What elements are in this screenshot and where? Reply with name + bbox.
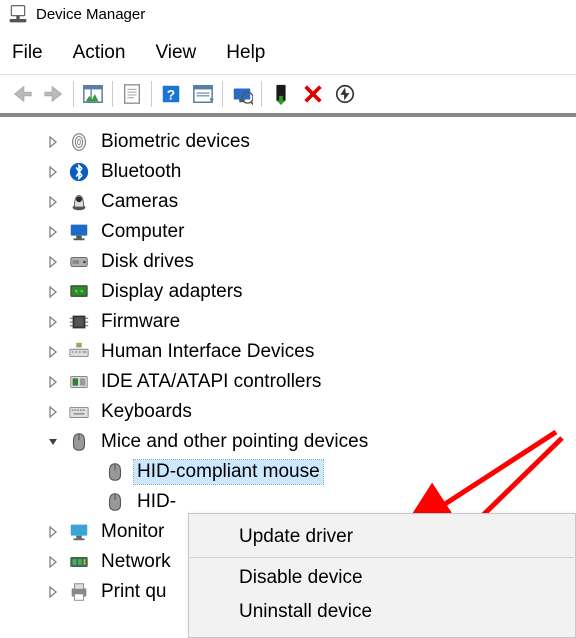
window-title: Device Manager: [36, 6, 145, 23]
toolbar-separator: [261, 81, 262, 107]
menu-view[interactable]: View: [155, 42, 196, 64]
tree-node-label: Disk drives: [98, 250, 197, 274]
monitor-icon: [68, 521, 90, 543]
tree-node-disk[interactable]: Disk drives: [6, 247, 570, 277]
printer-icon: [68, 581, 90, 603]
tree-node-biometric[interactable]: Biometric devices: [6, 127, 570, 157]
tree-node-label: Network: [98, 550, 174, 574]
tree-node-computer[interactable]: Computer: [6, 217, 570, 247]
chevron-right-icon[interactable]: [46, 255, 60, 269]
disable-button[interactable]: [329, 79, 361, 109]
menu-help[interactable]: Help: [226, 42, 265, 64]
tree-node-label: HID-compliant mouse: [134, 460, 323, 484]
action-button[interactable]: [187, 79, 219, 109]
toolbar-separator: [151, 81, 152, 107]
chevron-right-icon[interactable]: [46, 375, 60, 389]
bluetooth-icon: [68, 161, 90, 183]
toolbar-separator: [112, 81, 113, 107]
chevron-right-icon[interactable]: [46, 555, 60, 569]
scan-hardware-button[interactable]: [226, 79, 258, 109]
chevron-down-icon[interactable]: [46, 435, 60, 449]
display-icon: [68, 281, 90, 303]
tree-node-hid-mouse-1[interactable]: HID-compliant mouse: [6, 457, 570, 487]
tree-node-bluetooth[interactable]: Bluetooth: [6, 157, 570, 187]
toolbar-separator: [73, 81, 74, 107]
tree-node-label: Print qu: [98, 580, 169, 604]
tree-node-kbd[interactable]: Keyboards: [6, 397, 570, 427]
chevron-right-icon[interactable]: [46, 585, 60, 599]
mouse-icon: [68, 431, 90, 453]
tree-node-label: IDE ATA/ATAPI controllers: [98, 370, 324, 394]
menu-item-update-driver[interactable]: Update driver: [189, 520, 575, 554]
fingerprint-icon: [68, 131, 90, 153]
tree-node-label: Monitor: [98, 520, 167, 544]
chevron-right-icon[interactable]: [46, 525, 60, 539]
chevron-right-icon[interactable]: [46, 345, 60, 359]
menubar-container: File Action View Help: [0, 34, 576, 75]
tree-node-ide[interactable]: IDE ATA/ATAPI controllers: [6, 367, 570, 397]
chevron-right-icon[interactable]: [46, 195, 60, 209]
forward-button[interactable]: [38, 79, 70, 109]
disk-icon: [68, 251, 90, 273]
tree-node-label: Human Interface Devices: [98, 340, 317, 364]
menu-item-uninstall-device[interactable]: Uninstall device: [189, 595, 575, 629]
show-hide-tree-button[interactable]: [77, 79, 109, 109]
mouse-icon: [104, 491, 126, 513]
chip-icon: [68, 311, 90, 333]
back-button[interactable]: [6, 79, 38, 109]
uninstall-button[interactable]: [297, 79, 329, 109]
properties-button[interactable]: [116, 79, 148, 109]
menu-action[interactable]: Action: [73, 42, 126, 64]
network-icon: [68, 551, 90, 573]
hid-icon: [68, 341, 90, 363]
chevron-right-icon[interactable]: [46, 315, 60, 329]
menu-item-disable-device[interactable]: Disable device: [189, 561, 575, 595]
chevron-right-icon[interactable]: [46, 405, 60, 419]
tree-node-cameras[interactable]: Cameras: [6, 187, 570, 217]
ide-icon: [68, 371, 90, 393]
chevron-right-icon[interactable]: [46, 165, 60, 179]
device-manager-icon: [8, 4, 28, 24]
tree-node-label: Computer: [98, 220, 187, 244]
tree-node-fw[interactable]: Firmware: [6, 307, 570, 337]
tree-node-label: Firmware: [98, 310, 183, 334]
menu-separator: [190, 557, 574, 558]
update-driver-button[interactable]: [265, 79, 297, 109]
chevron-right-icon[interactable]: [46, 225, 60, 239]
tree-node-label: Cameras: [98, 190, 181, 214]
tree-node-label: Display adapters: [98, 280, 246, 304]
toolbar-separator: [222, 81, 223, 107]
menubar: File Action View Help: [0, 34, 576, 74]
tree-node-display[interactable]: Display adapters: [6, 277, 570, 307]
context-menu: Update driver Disable deviceUninstall dev…: [188, 513, 576, 638]
toolbar: ?: [0, 75, 576, 117]
tree-node-hid[interactable]: Human Interface Devices: [6, 337, 570, 367]
mouse-icon: [104, 461, 126, 483]
tree-node-mice[interactable]: Mice and other pointing devices: [6, 427, 570, 457]
computer-icon: [68, 221, 90, 243]
menu-file[interactable]: File: [12, 42, 43, 64]
tree-node-label: Biometric devices: [98, 130, 253, 154]
tree-node-label: Keyboards: [98, 400, 195, 424]
help-button[interactable]: ?: [155, 79, 187, 109]
tree-node-label: HID-: [134, 490, 179, 514]
svg-text:?: ?: [167, 88, 175, 103]
tree-node-label: Bluetooth: [98, 160, 184, 184]
chevron-right-icon[interactable]: [46, 285, 60, 299]
keyboard-icon: [68, 401, 90, 423]
title-bar: Device Manager: [0, 0, 576, 34]
tree-node-label: Mice and other pointing devices: [98, 430, 371, 454]
camera-icon: [68, 191, 90, 213]
chevron-right-icon[interactable]: [46, 135, 60, 149]
